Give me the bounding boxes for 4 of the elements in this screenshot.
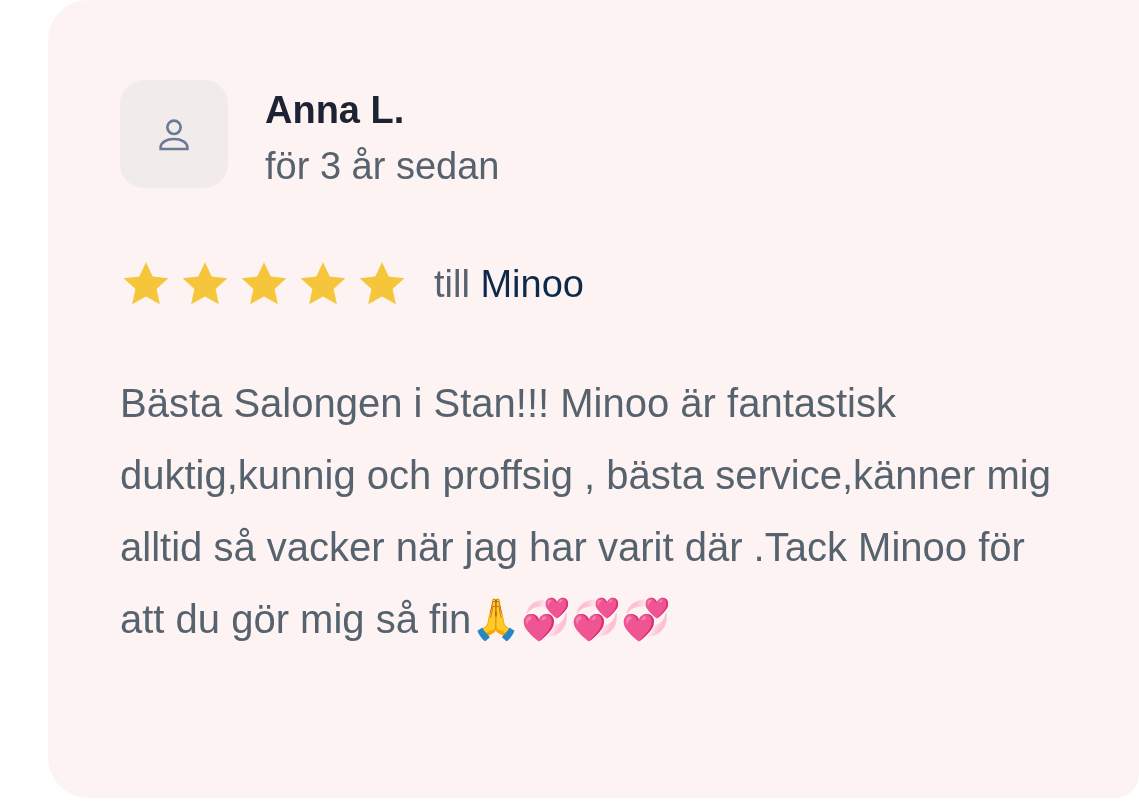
review-text: Bästa Salongen i Stan!!! Minoo är fantastisk duktig,kunnig och proffsig , bästa service,känner mig alltid så vacker när jag har varit där .Tack Minoo för att du gör mig så fin🙏💞💞💞: [120, 380, 1052, 644]
review-target: till Minoo: [434, 262, 584, 307]
review-time: för 3 år sedan: [265, 144, 500, 189]
reviewer-name: Anna L.: [265, 88, 406, 133]
